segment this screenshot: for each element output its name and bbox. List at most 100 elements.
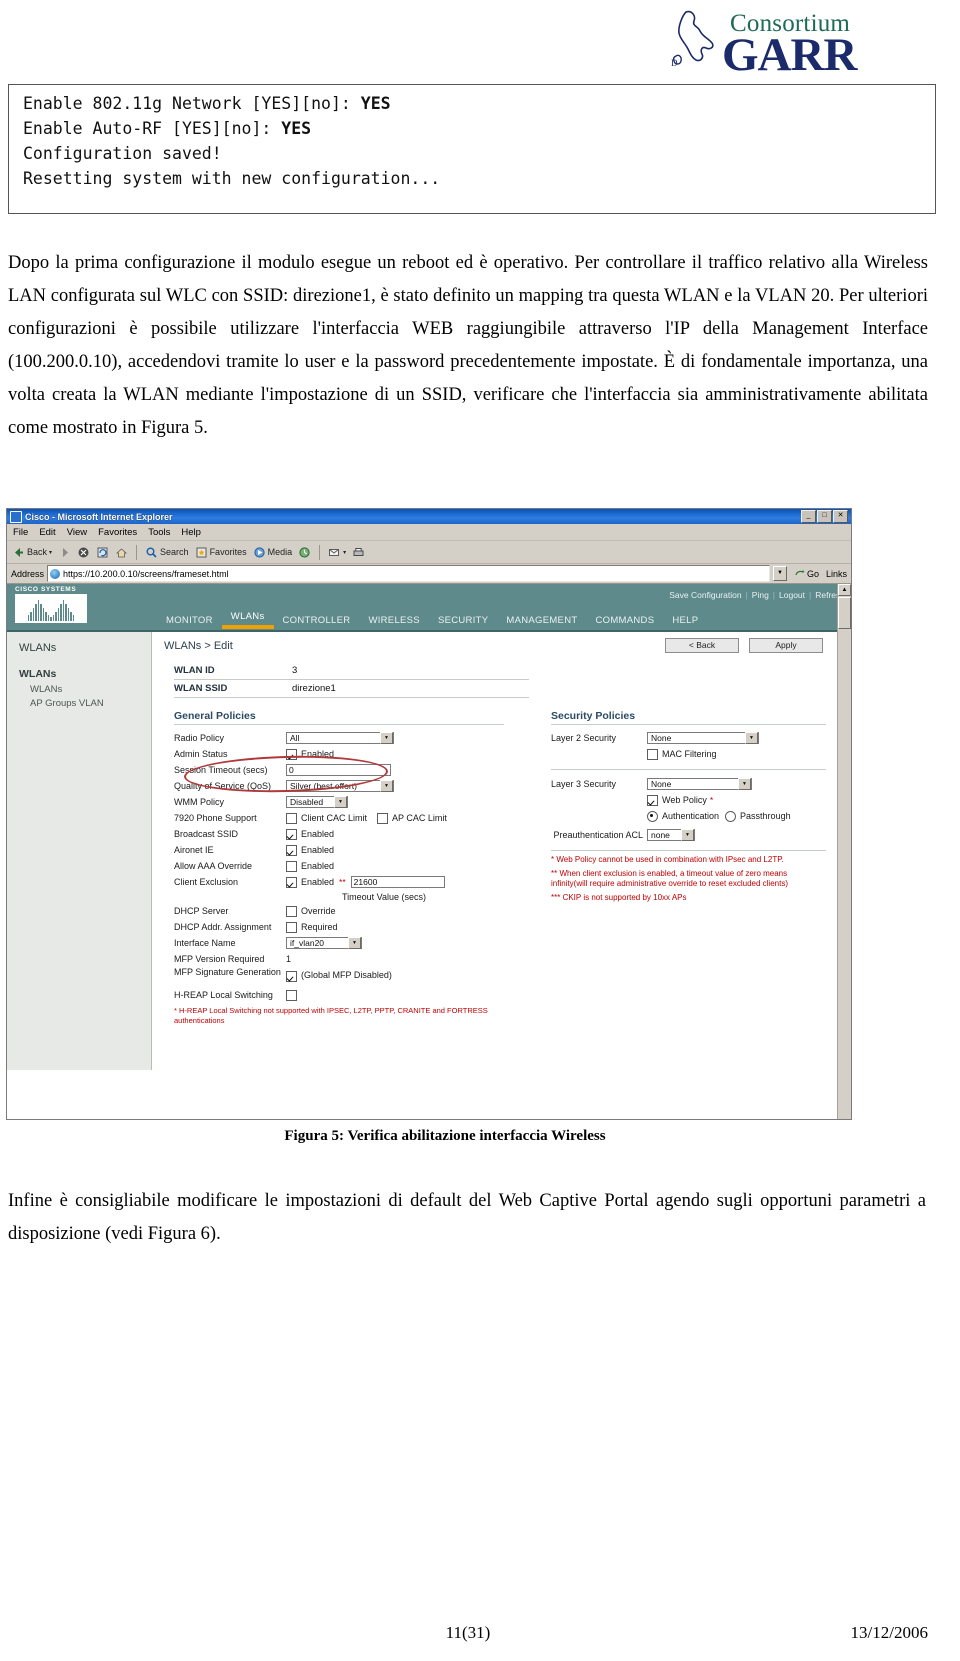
save-configuration-link[interactable]: Save Configuration (669, 590, 741, 600)
ping-link[interactable]: Ping (752, 590, 769, 600)
page-footer: 11(31) 13/12/2006 (8, 1623, 928, 1643)
nav-commands[interactable]: COMMANDS (586, 615, 663, 629)
hreap-checkbox[interactable] (286, 989, 297, 1001)
aaa-override-checkbox[interactable] (286, 860, 297, 872)
window-controls[interactable]: _ □ ✕ (801, 510, 849, 523)
menu-favorites[interactable]: Favorites (98, 527, 137, 538)
layer3-security-row: Layer 3 Security None ▼ (551, 776, 851, 792)
svg-text:D: D (671, 58, 678, 68)
apply-button[interactable]: Apply (749, 638, 823, 653)
web-policy-row: Web Policy * (551, 792, 851, 808)
broadcast-ssid-checkbox[interactable] (286, 828, 297, 840)
back-button[interactable]: Back ▾ (12, 546, 52, 559)
refresh-icon[interactable] (96, 546, 109, 559)
sidebar-group-wlans: WLANs (19, 668, 57, 680)
document-page: D Consortium GARR Enable 802.11g Network… (0, 0, 960, 1661)
wlc-main-nav[interactable]: MONITOR WLANs CONTROLLER WIRELESS SECURI… (157, 611, 707, 629)
wmm-policy-select[interactable]: Disabled ▼ (286, 796, 348, 808)
scrollbar-thumb[interactable] (838, 597, 851, 629)
interface-name-select[interactable]: if_vlan20 ▼ (286, 937, 362, 949)
dhcp-server-override-checkbox[interactable] (286, 905, 297, 917)
menu-view[interactable]: View (67, 527, 87, 538)
mfp-version-row: MFP Version Required 1 (174, 951, 529, 967)
ap-cac-limit-checkbox[interactable] (377, 812, 389, 824)
client-exclusion-label: Client Exclusion (174, 877, 239, 887)
mac-filtering-checkbox[interactable] (647, 748, 658, 760)
mfp-signature-checkbox[interactable] (286, 971, 297, 982)
authentication-radio[interactable] (647, 810, 658, 822)
stop-icon[interactable] (77, 546, 90, 559)
links-button[interactable]: Links (826, 569, 851, 579)
client-exclusion-timeout-input[interactable]: 21600 (350, 876, 445, 888)
web-policy-checkbox[interactable] (647, 794, 658, 806)
mfp-version-label: MFP Version Required (174, 954, 265, 964)
home-icon[interactable] (115, 546, 128, 559)
session-timeout-input[interactable]: 0 (286, 764, 391, 776)
page-action-buttons[interactable]: < Back Apply (665, 638, 823, 653)
aaa-override-value: Enabled (301, 861, 335, 871)
favorites-button[interactable]: Favorites (195, 546, 247, 559)
browser-menubar[interactable]: File Edit View Favorites Tools Help (7, 524, 851, 541)
media-button[interactable]: Media (253, 546, 293, 559)
chevron-down-icon: ▼ (380, 780, 393, 792)
divider (174, 724, 504, 725)
media-label: Media (267, 547, 293, 557)
timeout-value-label: Timeout Value (secs) (342, 891, 427, 902)
media-icon (253, 546, 265, 558)
broadcast-ssid-row: Broadcast SSID Enabled (174, 826, 529, 842)
browser-toolbar[interactable]: Back ▾ Search Favorites Media ▾ (7, 541, 851, 564)
favorites-icon (196, 547, 207, 557)
client-exclusion-checkbox[interactable] (286, 876, 297, 888)
logout-link[interactable]: Logout (779, 590, 805, 600)
nav-security[interactable]: SECURITY (429, 615, 497, 629)
client-cac-limit-checkbox[interactable] (286, 812, 297, 824)
preauth-acl-select[interactable]: none ▼ (647, 829, 695, 841)
radio-policy-row: Radio Policy All ▼ (174, 730, 529, 746)
nav-controller[interactable]: CONTROLLER (274, 615, 360, 629)
radio-policy-select[interactable]: All ▼ (286, 732, 394, 744)
menu-file[interactable]: File (13, 527, 28, 538)
maximize-button[interactable]: □ (817, 510, 832, 523)
close-button[interactable]: ✕ (833, 510, 848, 523)
wlc-utility-links[interactable]: Save Configuration | Ping | Logout | Ref… (669, 590, 845, 600)
dhcp-addr-required-checkbox[interactable] (286, 921, 297, 933)
page-icon (50, 568, 61, 579)
menu-tools[interactable]: Tools (148, 527, 170, 538)
qos-value: Silver (best effort) (290, 781, 357, 791)
nav-wireless[interactable]: WIRELESS (359, 615, 429, 629)
admin-status-checkbox[interactable] (286, 748, 297, 760)
nav-management[interactable]: MANAGEMENT (497, 615, 586, 629)
layer2-security-select[interactable]: None ▼ (647, 732, 759, 744)
search-button[interactable]: Search (145, 546, 189, 559)
aironet-ie-checkbox[interactable] (286, 844, 297, 856)
garr-logo: D Consortium GARR (670, 8, 900, 81)
hreap-note: * H-REAP Local Switching not supported w… (174, 1006, 488, 1025)
chevron-down-icon: ▼ (745, 732, 758, 744)
minimize-button[interactable]: _ (801, 510, 816, 523)
layer3-security-select[interactable]: None ▼ (647, 778, 752, 790)
page-scrollbar[interactable]: ▲ ▼ (837, 584, 851, 1119)
go-button[interactable]: Go (791, 569, 823, 579)
wlc-application: CISCO SYSTEMS Save Configuration | Ping … (7, 584, 851, 1119)
browser-addressbar[interactable]: Address https://10.200.0.10/screens/fram… (7, 564, 851, 584)
nav-help[interactable]: HELP (663, 615, 707, 629)
qos-select[interactable]: Silver (best effort) ▼ (286, 780, 394, 792)
chevron-down-icon: ▼ (380, 732, 393, 744)
sidebar-item-ap-groups-vlan[interactable]: AP Groups VLAN (19, 697, 151, 711)
mail-button[interactable]: ▾ (328, 546, 346, 559)
passthrough-radio[interactable] (725, 810, 737, 822)
menu-help[interactable]: Help (181, 527, 201, 538)
forward-arrow-icon[interactable] (58, 546, 71, 559)
broadcast-ssid-value: Enabled (301, 829, 335, 839)
address-input[interactable]: https://10.200.0.10/screens/frameset.htm… (47, 565, 770, 582)
address-dropdown-button[interactable]: ▼ (772, 566, 787, 581)
qos-row: Quality of Service (QoS) Silver (best ef… (174, 778, 529, 794)
print-icon[interactable] (352, 546, 365, 559)
back-button[interactable]: < Back (665, 638, 739, 653)
nav-monitor[interactable]: MONITOR (157, 615, 222, 629)
menu-edit[interactable]: Edit (39, 527, 55, 538)
sidebar-item-wlans[interactable]: WLANs (19, 683, 151, 697)
history-icon[interactable] (298, 546, 311, 559)
nav-wlans[interactable]: WLANs (221, 611, 274, 629)
scroll-up-button[interactable]: ▲ (838, 584, 851, 596)
